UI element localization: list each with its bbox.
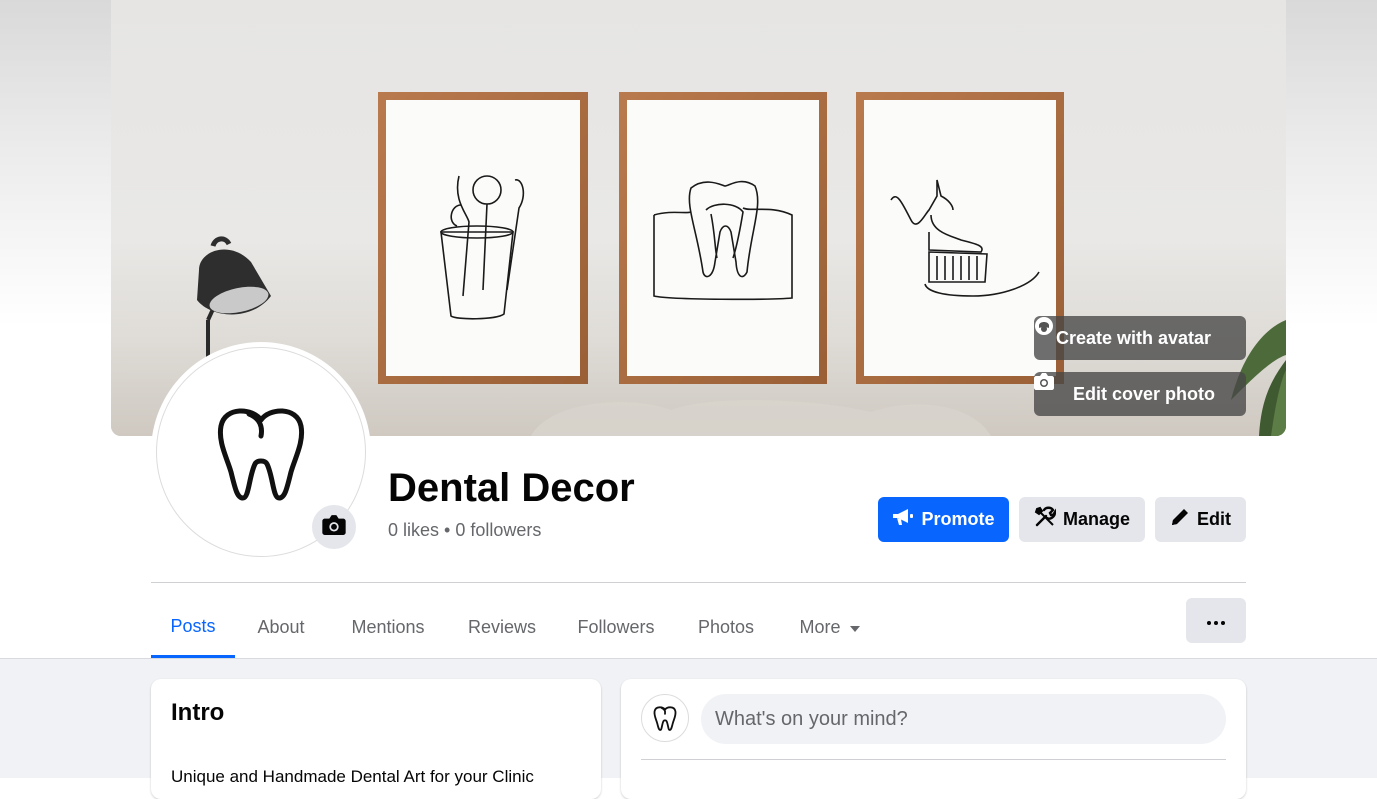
tab-label: About <box>257 616 305 637</box>
composer-avatar[interactable] <box>641 694 689 742</box>
edit-label: Edit <box>1197 509 1231 529</box>
edit-button[interactable]: Edit <box>1155 497 1246 542</box>
tools-icon <box>1034 506 1057 533</box>
create-with-avatar-label: Create with avatar <box>1056 327 1212 348</box>
edit-cover-photo-button[interactable]: Edit cover photo <box>1034 372 1246 416</box>
profile-picture-wrap <box>151 342 371 562</box>
caret-down-icon <box>849 617 861 638</box>
tab-label: More <box>799 616 841 637</box>
sofa-shape <box>531 400 991 436</box>
tab-label: Posts <box>170 616 216 636</box>
tooth-logo-icon <box>653 706 677 731</box>
composer-input[interactable] <box>701 694 1226 744</box>
megaphone-icon <box>892 508 914 531</box>
composer-divider <box>641 759 1226 760</box>
header-divider <box>151 582 1246 583</box>
followers-link[interactable]: 0 followers <box>455 520 541 540</box>
promote-label: Promote <box>921 509 995 529</box>
tab-label: Followers <box>577 616 655 637</box>
page-stats: 0 likes • 0 followers <box>388 520 541 541</box>
frame-left <box>378 92 588 384</box>
stats-separator: • <box>444 520 451 540</box>
update-profile-picture-button[interactable] <box>312 505 356 549</box>
intro-card: Intro Unique and Handmade Dental Art for… <box>151 679 601 799</box>
tab-photos[interactable]: Photos <box>677 598 775 656</box>
page-title: Dental Decor <box>388 466 635 510</box>
tab-about[interactable]: About <box>235 598 327 656</box>
tab-label: Reviews <box>467 616 537 637</box>
tab-mentions[interactable]: Mentions <box>327 598 449 656</box>
manage-label: Manage <box>1062 509 1131 529</box>
likes-link[interactable]: 0 likes <box>388 520 439 540</box>
tab-followers[interactable]: Followers <box>555 598 677 656</box>
tooth-logo-icon <box>217 408 305 501</box>
intro-bio: Unique and Handmade Dental Art for your … <box>171 767 534 786</box>
camera-icon <box>322 514 346 540</box>
edit-cover-photo-label: Edit cover photo <box>1072 383 1215 404</box>
post-composer-card <box>621 679 1246 799</box>
tab-label: Photos <box>697 616 755 637</box>
tab-reviews[interactable]: Reviews <box>449 598 555 656</box>
ellipsis-icon <box>1207 612 1225 630</box>
create-with-avatar-button[interactable]: Create with avatar <box>1034 316 1246 360</box>
tab-label: Mentions <box>351 616 425 637</box>
intro-title: Intro <box>171 699 225 726</box>
feed-background: Intro Unique and Handmade Dental Art for… <box>0 658 1377 799</box>
frame-right <box>856 92 1064 384</box>
frame-center <box>619 92 827 384</box>
pencil-icon <box>1170 507 1190 532</box>
manage-button[interactable]: Manage <box>1019 497 1145 542</box>
more-options-button[interactable] <box>1186 598 1246 643</box>
tab-more[interactable]: More <box>775 598 885 656</box>
tab-posts[interactable]: Posts <box>151 598 235 658</box>
promote-button[interactable]: Promote <box>878 497 1009 542</box>
